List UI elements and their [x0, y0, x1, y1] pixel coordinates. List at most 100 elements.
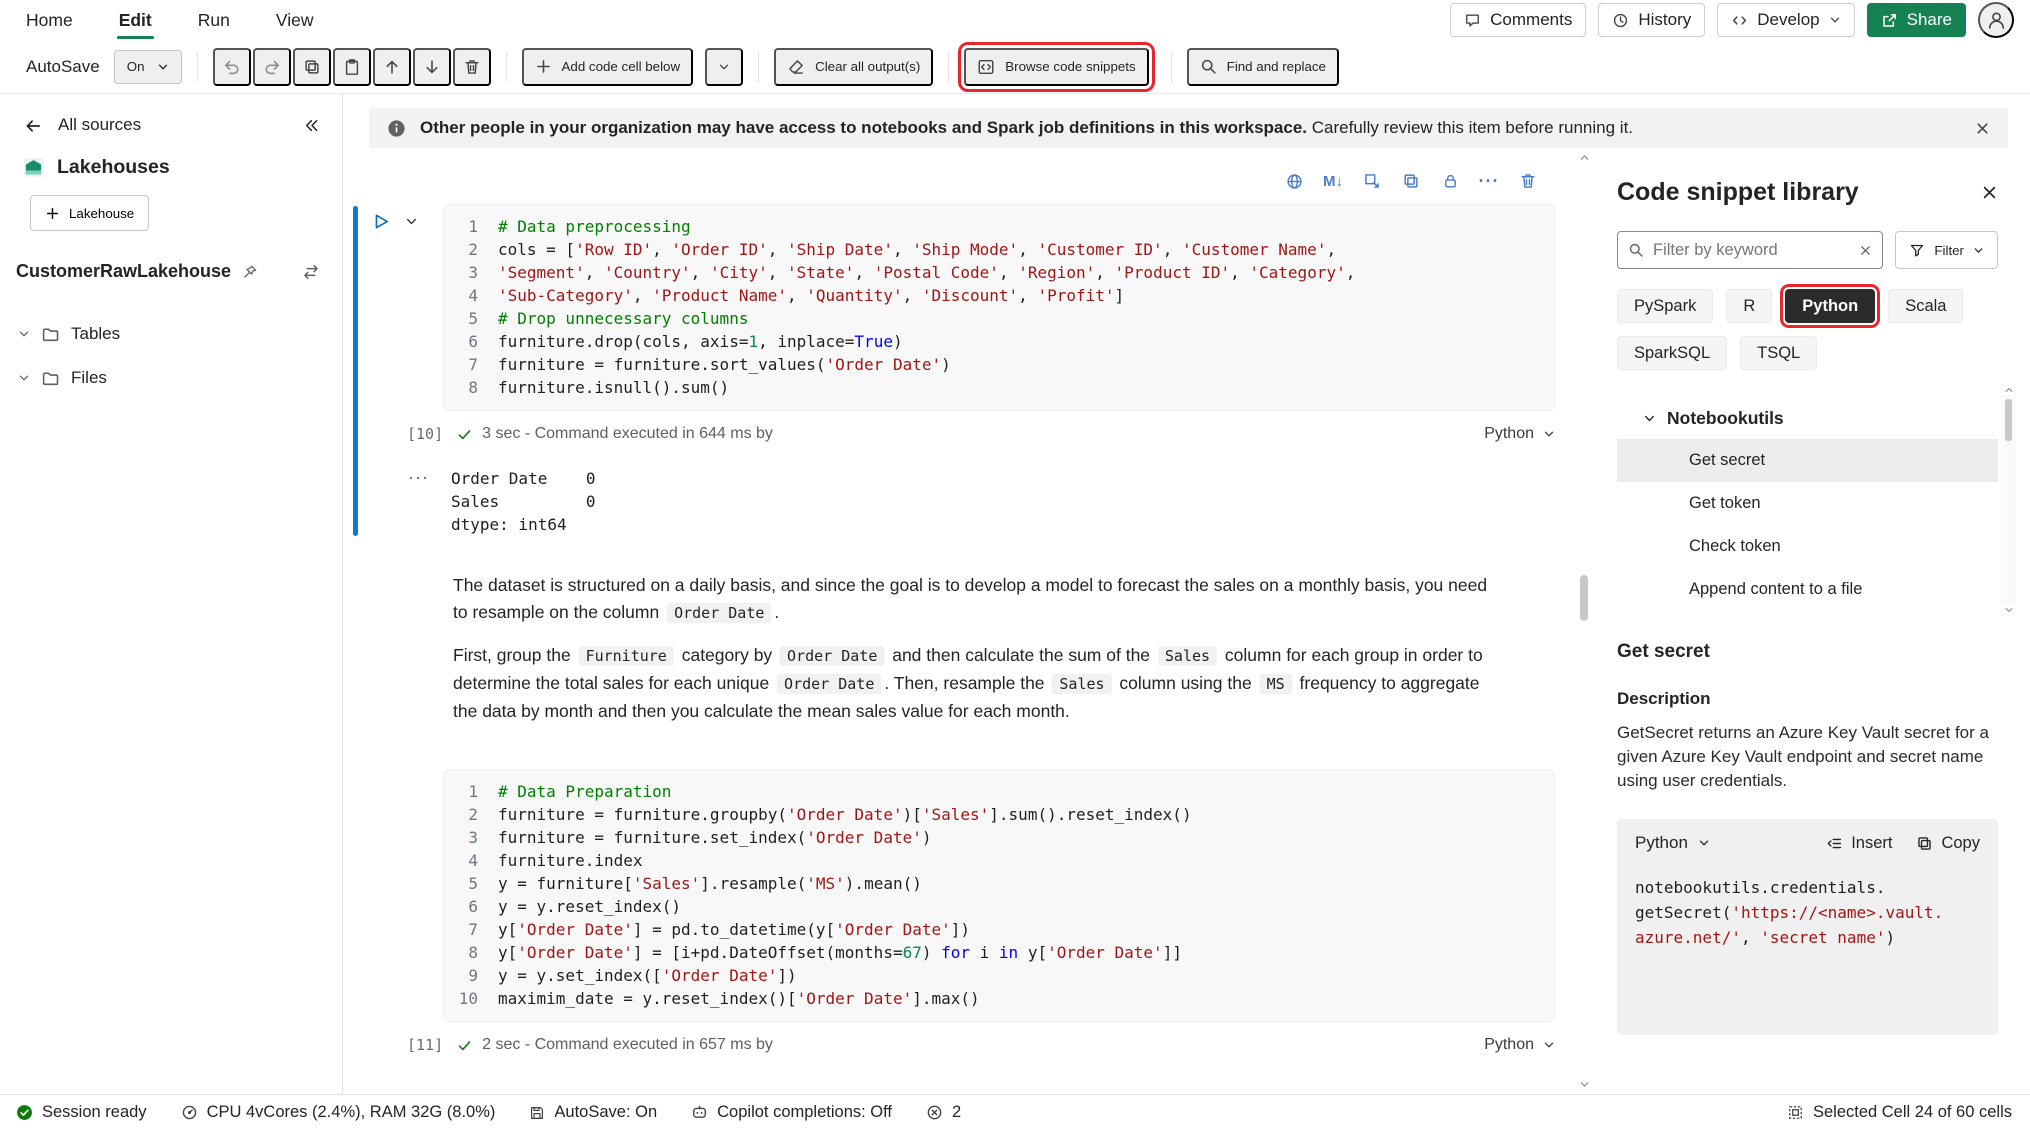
run-configuration-button[interactable] — [1277, 164, 1311, 198]
collapse-cell-icon[interactable] — [405, 215, 418, 228]
paste-button[interactable] — [333, 48, 371, 86]
add-lakehouse-label: Lakehouse — [69, 206, 134, 221]
lakehouse-icon — [22, 156, 45, 179]
snippet-search-input[interactable] — [1653, 241, 1850, 260]
duplicate-cell-button[interactable] — [1394, 164, 1428, 198]
code-token: 'Customer ID' — [1037, 240, 1162, 259]
lakehouse-item[interactable]: CustomerRawLakehouse — [16, 261, 320, 282]
delete-cell-button[interactable] — [453, 48, 491, 86]
scrollbar-thumb[interactable] — [1580, 575, 1588, 621]
scrollbar-track[interactable] — [1576, 163, 1592, 1079]
cells-selection-icon — [1787, 1104, 1804, 1121]
snippet-item[interactable]: Append content to a file — [1617, 568, 1998, 611]
autosave-status-label: AutoSave: On — [554, 1103, 657, 1122]
code-editor[interactable]: 1# Data preprocessing2cols = ['Row ID', … — [443, 204, 1555, 411]
scroll-down-icon[interactable] — [2004, 605, 2014, 615]
run-cell-button[interactable] — [371, 212, 390, 231]
move-cell-up-button[interactable] — [373, 48, 411, 86]
browse-code-snippets-button[interactable]: Browse code snippets — [964, 48, 1148, 86]
share-button[interactable]: Share — [1867, 3, 1966, 37]
language-pill-pyspark[interactable]: PySpark — [1617, 289, 1713, 323]
scrollbar-thumb[interactable] — [2005, 399, 2012, 441]
back-button[interactable] — [24, 115, 42, 135]
autosave-toggle[interactable]: On — [114, 50, 182, 84]
panel-scrollbar[interactable] — [2001, 385, 2016, 615]
find-and-replace-button[interactable]: Find and replace — [1187, 48, 1339, 86]
menu-item-view[interactable]: View — [274, 2, 316, 39]
collapse-sidebar-button[interactable] — [303, 115, 320, 135]
all-sources-label[interactable]: All sources — [58, 115, 141, 135]
history-button[interactable]: History — [1598, 3, 1705, 37]
snippet-item[interactable]: Check token — [1617, 525, 1998, 568]
code-cell-2[interactable]: 1# Data Preparation2furniture = furnitur… — [353, 769, 1593, 1058]
code-token: ] — [1115, 286, 1125, 305]
resource-usage[interactable]: CPU 4vCores (2.4%), RAM 32G (8.0%) — [181, 1103, 496, 1122]
snippet-item[interactable]: Get secret — [1617, 439, 1998, 482]
convert-to-markdown-button[interactable]: M↓ — [1316, 164, 1350, 198]
markdown-cell[interactable]: The dataset is structured on a daily bas… — [453, 572, 1493, 725]
copy-icon — [1916, 835, 1933, 852]
add-code-cell-button[interactable]: Add code cell below — [522, 48, 694, 86]
undo-button[interactable] — [213, 48, 251, 86]
more-cell-actions-button[interactable]: ··· — [1472, 164, 1506, 198]
move-cell-button[interactable] — [1355, 164, 1389, 198]
cell-language-selector[interactable]: Python — [1484, 1036, 1555, 1054]
snippet-item[interactable]: Get token — [1617, 482, 1998, 525]
snippet-group-header[interactable]: Notebookutils — [1617, 408, 1998, 429]
code-token: 'Sales' — [633, 874, 700, 893]
insert-snippet-button[interactable]: Insert — [1826, 834, 1892, 853]
code-token: 'Order Date' — [826, 355, 942, 374]
copilot-status[interactable]: Copilot completions: Off — [691, 1103, 892, 1122]
scroll-down-icon[interactable] — [1579, 1079, 1590, 1090]
session-label: Session ready — [42, 1103, 147, 1122]
account-avatar[interactable] — [1978, 2, 2014, 38]
menu-item-run[interactable]: Run — [196, 2, 232, 39]
cell-language-selector[interactable]: Python — [1484, 425, 1555, 443]
panel-close-button[interactable] — [1981, 182, 1998, 202]
comments-button[interactable]: Comments — [1450, 3, 1586, 37]
clear-all-outputs-button[interactable]: Clear all output(s) — [774, 48, 933, 86]
add-lakehouse-button[interactable]: Lakehouse — [30, 195, 149, 231]
line-number: 3 — [450, 826, 498, 849]
code-cell-1[interactable]: 1# Data preprocessing2cols = ['Row ID', … — [353, 204, 1593, 536]
menubar-right: Comments History Develop Share — [1450, 2, 2014, 38]
switch-lakehouse-icon[interactable] — [302, 263, 320, 281]
add-cell-dropdown[interactable] — [705, 48, 743, 86]
copy-button[interactable] — [293, 48, 331, 86]
code-token: maximim_date = y.reset_index()[ — [498, 989, 797, 1008]
content-area: All sources Lakehouses Lakehouse Custome… — [0, 94, 2030, 1094]
scroll-up-icon[interactable] — [1579, 152, 1590, 163]
move-cell-down-button[interactable] — [413, 48, 451, 86]
develop-button[interactable]: Develop — [1717, 3, 1854, 37]
error-count[interactable]: 2 — [926, 1103, 961, 1122]
delete-cell-button[interactable] — [1511, 164, 1545, 198]
code-token: furniture.index — [498, 851, 643, 870]
autosave-status[interactable]: AutoSave: On — [529, 1103, 657, 1122]
language-pill-r[interactable]: R — [1726, 289, 1772, 323]
error-circle-icon — [926, 1104, 943, 1121]
copy-snippet-button[interactable]: Copy — [1916, 834, 1980, 853]
notebook-scrollbar[interactable] — [1576, 152, 1592, 1090]
filter-button[interactable]: Filter — [1895, 231, 1998, 269]
language-pill-python[interactable]: Python — [1785, 289, 1875, 323]
menu-item-edit[interactable]: Edit — [117, 2, 154, 39]
code-editor[interactable]: 1# Data Preparation2furniture = furnitur… — [443, 769, 1555, 1022]
redo-button[interactable] — [253, 48, 291, 86]
tree-item-files[interactable]: Files — [0, 356, 342, 400]
clear-search-icon[interactable] — [1859, 244, 1872, 257]
language-pill-tsql[interactable]: TSQL — [1740, 336, 1817, 370]
scrollbar-track[interactable] — [2001, 395, 2016, 605]
snippet-language-selector[interactable]: Python — [1635, 833, 1710, 853]
language-pill-sparksql[interactable]: SparkSQL — [1617, 336, 1727, 370]
banner-close-button[interactable] — [1975, 118, 1990, 138]
code-token: ]] — [1163, 943, 1182, 962]
tree-item-tables[interactable]: Tables — [0, 312, 342, 356]
freeze-cell-button[interactable] — [1433, 164, 1467, 198]
menu-item-home[interactable]: Home — [24, 2, 75, 39]
snippet-search-box[interactable] — [1617, 231, 1883, 269]
pin-icon[interactable] — [242, 264, 258, 280]
line-number: 1 — [450, 215, 498, 238]
scroll-up-icon[interactable] — [2004, 385, 2014, 395]
language-pill-scala[interactable]: Scala — [1888, 289, 1963, 323]
chevron-down-icon — [18, 328, 30, 340]
